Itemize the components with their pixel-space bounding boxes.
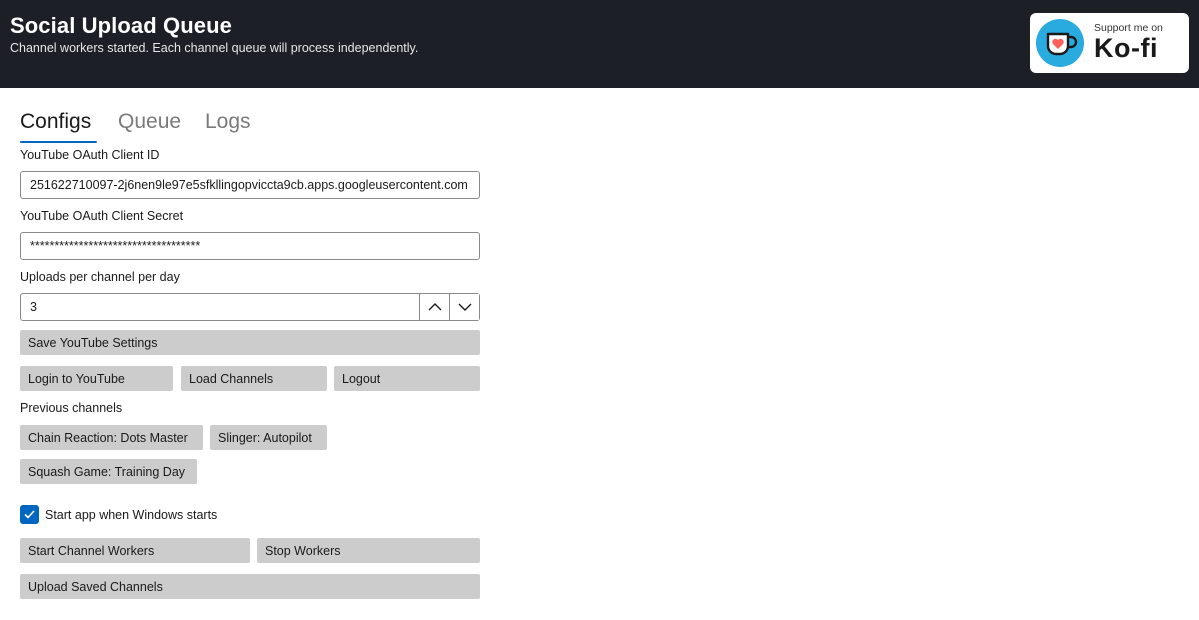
decrement-button[interactable] xyxy=(449,294,479,320)
stop-workers-button[interactable]: Stop Workers xyxy=(257,538,480,563)
upload-saved-channels-button[interactable]: Upload Saved Channels xyxy=(20,574,480,599)
tab-queue[interactable]: Queue xyxy=(118,110,181,134)
client-id-input[interactable] xyxy=(20,171,480,199)
client-secret-label: YouTube OAuth Client Secret xyxy=(20,209,184,223)
app-title: Social Upload Queue xyxy=(10,13,232,38)
tab-logs[interactable]: Logs xyxy=(205,110,251,134)
client-secret-input[interactable] xyxy=(20,232,480,260)
checkmark-icon xyxy=(24,510,35,519)
status-message: Channel workers started. Each channel qu… xyxy=(10,41,419,55)
channel-squash-game-button[interactable]: Squash Game: Training Day xyxy=(20,459,197,484)
save-youtube-settings-button[interactable]: Save YouTube Settings xyxy=(20,330,480,355)
kofi-support-button[interactable]: Support me on Ko-fi xyxy=(1030,13,1189,73)
active-tab-indicator xyxy=(20,141,97,143)
app-header: Social Upload Queue Channel workers star… xyxy=(0,0,1199,88)
increment-button[interactable] xyxy=(419,294,449,320)
start-with-windows-checkbox[interactable] xyxy=(20,505,39,524)
chevron-down-icon xyxy=(458,303,472,311)
start-with-windows-label[interactable]: Start app when Windows starts xyxy=(45,508,217,522)
uploads-per-day-input[interactable] xyxy=(21,294,419,320)
uploads-per-day-label: Uploads per channel per day xyxy=(20,270,180,284)
channel-chain-reaction-button[interactable]: Chain Reaction: Dots Master xyxy=(20,425,203,450)
uploads-per-day-stepper xyxy=(20,293,480,321)
kofi-cup-heart-icon xyxy=(1036,19,1084,67)
channel-slinger-button[interactable]: Slinger: Autopilot xyxy=(210,425,327,450)
previous-channels-label: Previous channels xyxy=(20,401,123,415)
client-id-label: YouTube OAuth Client ID xyxy=(20,148,160,162)
start-channel-workers-button[interactable]: Start Channel Workers xyxy=(20,538,250,563)
chevron-up-icon xyxy=(428,303,442,311)
login-youtube-button[interactable]: Login to YouTube xyxy=(20,366,173,391)
load-channels-button[interactable]: Load Channels xyxy=(181,366,327,391)
logout-button[interactable]: Logout xyxy=(334,366,480,391)
tab-configs[interactable]: Configs xyxy=(20,110,91,134)
kofi-wordmark: Ko-fi xyxy=(1094,33,1158,63)
